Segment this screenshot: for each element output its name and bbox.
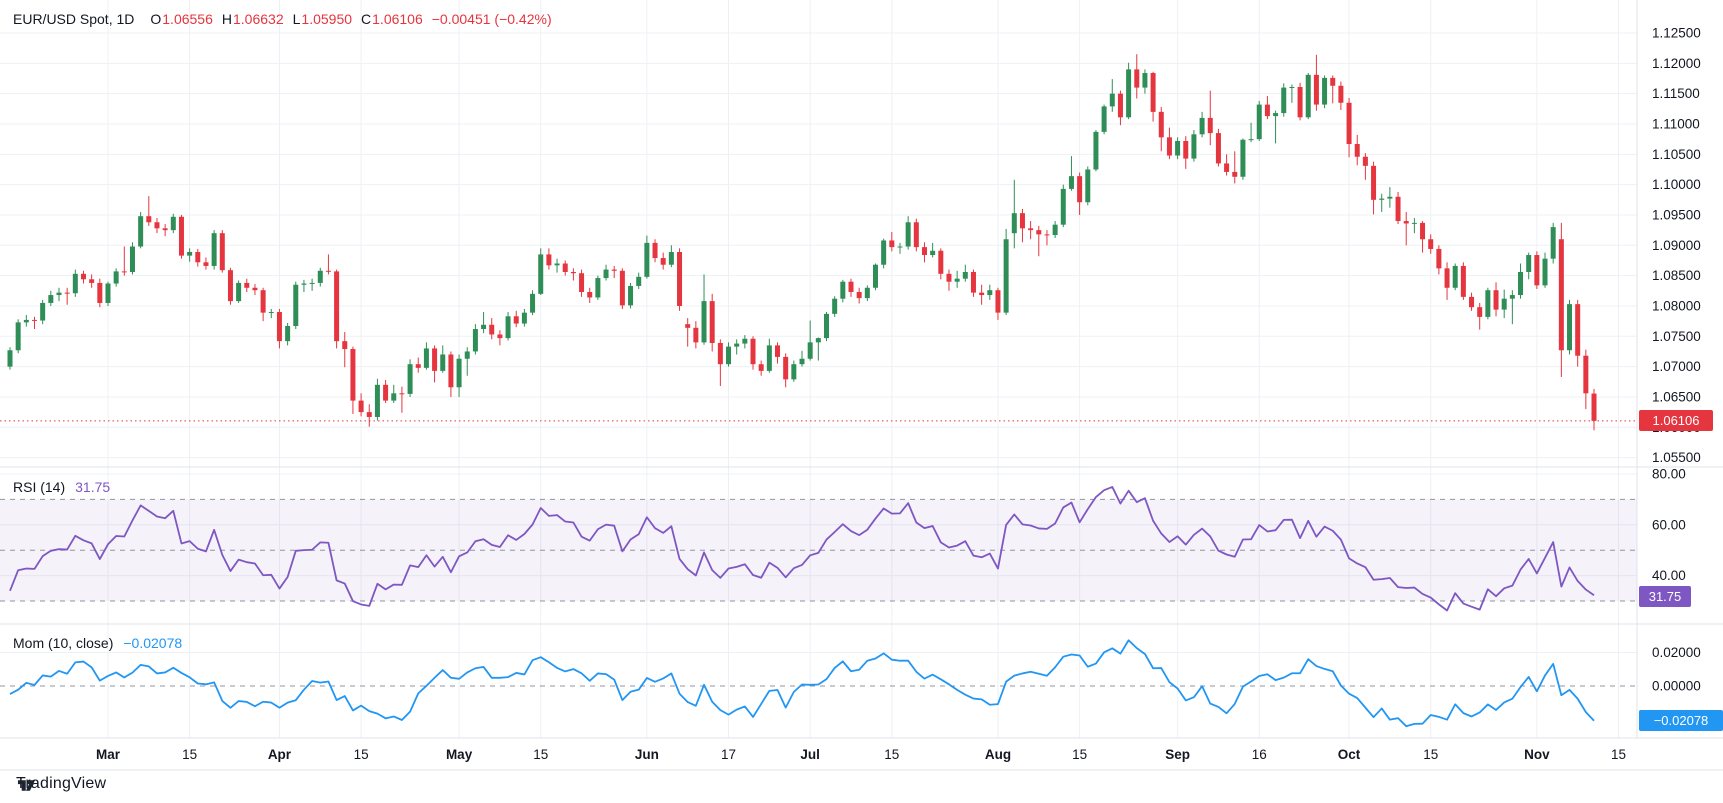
rsi-value-badge: 31.75 [1639,586,1691,607]
chart-root: 1.125001.120001.115001.110001.105001.100… [0,0,1723,803]
ohlc-open: O1.06556 [150,11,213,27]
mom-line [10,640,1594,726]
pane-borders [0,0,1723,770]
chart-canvas[interactable]: 1.125001.120001.115001.110001.105001.100… [0,0,1723,803]
candles-layer [8,54,1597,430]
ohlc-high: H1.06632 [222,11,284,27]
price-axis[interactable] [1637,0,1723,738]
symbol-title: EUR/USD Spot, 1D [13,11,134,27]
symbol-legend[interactable]: EUR/USD Spot, 1D O1.06556 H1.06632 L1.05… [13,11,552,27]
last-price-badge: 1.06106 [1639,410,1713,431]
ohlc-close: C1.06106 [361,11,423,27]
mom-value-badge: −0.02078 [1639,710,1723,731]
grid-layer [0,0,1637,738]
rsi-legend[interactable]: RSI (14) 31.75 [13,479,110,495]
ohlc-low: L1.05950 [293,11,352,27]
change-value: −0.00451 (−0.42%) [432,11,552,27]
rsi-value: 31.75 [75,479,110,495]
mom-label: Mom (10, close) [13,635,113,651]
time-axis[interactable] [0,738,1723,770]
mom-value: −0.02078 [123,635,182,651]
mom-legend[interactable]: Mom (10, close) −0.02078 [13,635,182,651]
tradingview-icon [16,775,37,796]
rsi-band [0,499,1637,686]
rsi-label: RSI (14) [13,479,65,495]
tradingview-logo[interactable]: TradingView [16,775,106,793]
